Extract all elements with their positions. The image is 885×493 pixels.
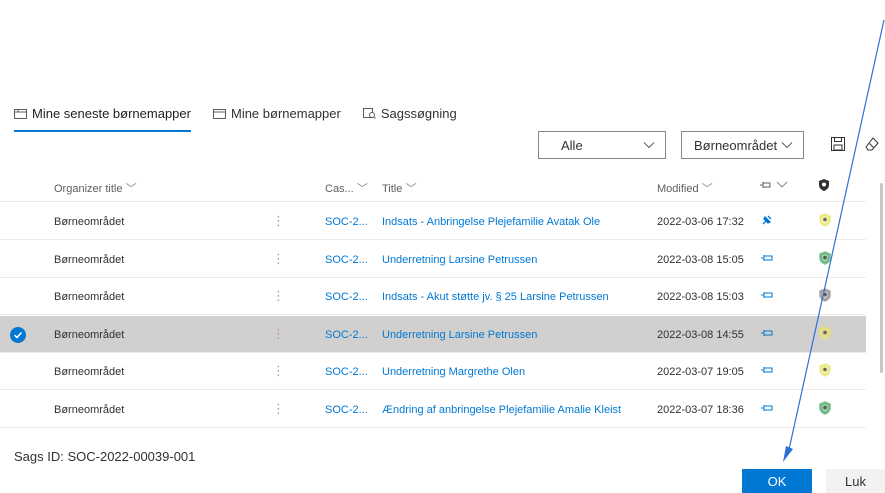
shield-icon: [818, 362, 832, 378]
check-icon[interactable]: [10, 326, 26, 343]
pin-icon[interactable]: [760, 401, 774, 415]
column-header-org[interactable]: Organizer title ﹀: [54, 180, 137, 196]
chevron-down-icon: ﹀: [701, 183, 713, 195]
folder-icon: [14, 108, 27, 119]
chevron-down-icon: [643, 142, 655, 149]
chevron-down-icon: ﹀: [125, 183, 137, 195]
shield-icon: [818, 250, 832, 266]
cell-case-link[interactable]: SOC-2...: [325, 366, 368, 378]
more-options-icon[interactable]: ⋮: [272, 401, 285, 417]
cell-title-link[interactable]: Indsats - Akut støtte jv. § 25 Larsine P…: [382, 291, 609, 303]
cell-case-link[interactable]: SOC-2...: [325, 404, 368, 416]
table-row[interactable]: Børneområdet ⋮ SOC-2... Ændring af anbringe…: [0, 391, 866, 428]
save-icon[interactable]: [828, 134, 848, 154]
cell-case-link[interactable]: SOC-2...: [325, 254, 368, 266]
eraser-icon[interactable]: [862, 134, 882, 154]
cell-organizer: Børneområdet: [54, 403, 125, 416]
cell-organizer: Børneområdet: [54, 216, 125, 228]
column-label: Title: [382, 183, 403, 195]
pin-icon[interactable]: [760, 251, 774, 265]
area-value: Børneområdet: [694, 137, 778, 153]
cell-case-link[interactable]: SOC-2...: [325, 329, 368, 341]
more-options-icon[interactable]: ⋮: [272, 213, 285, 229]
table-row[interactable]: Børneområdet ⋮ SOC-2... Underretning Larsin…: [0, 315, 866, 353]
tab-label: Mine seneste børnemapper: [32, 105, 191, 121]
chevron-down-icon: [781, 142, 793, 149]
pin-icon[interactable]: [760, 363, 774, 377]
more-options-icon[interactable]: ⋮: [272, 363, 285, 379]
more-options-icon[interactable]: ⋮: [272, 288, 285, 304]
cell-organizer: Børneområdet: [54, 291, 125, 303]
chevron-down-icon: ﹀: [356, 183, 368, 195]
shield-icon: [818, 400, 832, 416]
cell-case-link[interactable]: SOC-2...: [325, 216, 368, 228]
chevron-down-icon: ﹀: [405, 183, 417, 195]
tab-mine-bornemapper[interactable]: Mine børnemapper: [212, 102, 341, 124]
tab-label: Sagssøgning: [380, 105, 457, 121]
tab-sagssogning[interactable]: Sagssøgning: [362, 102, 457, 124]
scope-value: Alle: [561, 137, 583, 153]
cell-modified: 2022-03-06 17:32: [657, 216, 744, 228]
cell-organizer: Børneområdet: [54, 366, 125, 378]
close-button[interactable]: Luk: [826, 469, 885, 493]
cell-title-link[interactable]: Indsats - Anbringelse Plejefamilie Avata…: [382, 216, 600, 228]
cell-modified: 2022-03-07 18:36: [657, 403, 744, 416]
scope-dropdown[interactable]: Alle: [538, 131, 666, 159]
tab-mine-seneste-bornemapper[interactable]: Mine seneste børnemapper: [14, 102, 191, 132]
cell-modified: 2022-03-07 19:05: [657, 366, 744, 378]
table-row[interactable]: Børneområdet ⋮ SOC-2... Underretning Larsin…: [0, 241, 866, 278]
column-header-case[interactable]: Cas... ﹀: [325, 180, 368, 196]
column-header-title[interactable]: Title ﹀: [382, 180, 416, 196]
area-dropdown[interactable]: Børneområdet: [681, 131, 804, 159]
cell-modified: 2022-03-08 15:03: [657, 291, 744, 303]
table-row[interactable]: Børneområdet ⋮ SOC-2... Indsats - Akut støt…: [0, 278, 866, 315]
cell-modified: 2022-03-08 14:55: [657, 328, 744, 341]
more-options-icon[interactable]: ⋮: [272, 251, 285, 267]
column-label: Modified: [657, 183, 699, 195]
pinned-icon[interactable]: [760, 213, 774, 227]
tab-bar: Mine seneste børnemapper Mine børnemappe…: [14, 102, 479, 132]
table-row[interactable]: Børneområdet ⋮ SOC-2... Indsats - Anbringel…: [0, 203, 866, 240]
folder-icon: [212, 108, 226, 119]
shield-icon: [818, 212, 832, 228]
search-doc-icon: [362, 107, 376, 119]
shield-icon: [818, 325, 832, 341]
scrollbar[interactable]: [880, 183, 883, 373]
table-header: Organizer title ﹀ Cas... ﹀ Title ﹀ Modif…: [0, 168, 866, 202]
cell-title-link[interactable]: Underretning Larsine Petrussen: [382, 329, 537, 341]
tab-label: Mine børnemapper: [230, 105, 341, 121]
ok-button[interactable]: OK: [742, 469, 812, 493]
cell-modified: 2022-03-08 15:05: [657, 253, 744, 266]
table-row[interactable]: Børneområdet ⋮ SOC-2... Underretning Margre…: [0, 353, 866, 390]
cell-organizer: Børneområdet: [54, 253, 125, 266]
shield-column-header-icon[interactable]: [818, 178, 830, 192]
shield-icon: [818, 287, 832, 303]
pin-column-header-icon[interactable]: [758, 179, 792, 191]
column-label: Organizer title: [54, 183, 123, 195]
pin-icon[interactable]: [760, 288, 774, 302]
cell-title-link[interactable]: Underretning Larsine Petrussen: [382, 254, 537, 266]
cell-title-link[interactable]: Ændring af anbringelse Plejefamilie Amal…: [382, 404, 621, 416]
more-options-icon[interactable]: ⋮: [272, 326, 285, 342]
sags-id-label: Sags ID: SOC-2022-00039-001: [14, 449, 196, 464]
column-header-modified[interactable]: Modified ﹀: [657, 180, 713, 196]
cell-title-link[interactable]: Underretning Margrethe Olen: [382, 366, 525, 378]
cell-organizer: Børneområdet: [54, 328, 125, 341]
cell-case-link[interactable]: SOC-2...: [325, 291, 368, 303]
column-label: Cas...: [325, 183, 354, 195]
pin-icon[interactable]: [760, 326, 774, 340]
